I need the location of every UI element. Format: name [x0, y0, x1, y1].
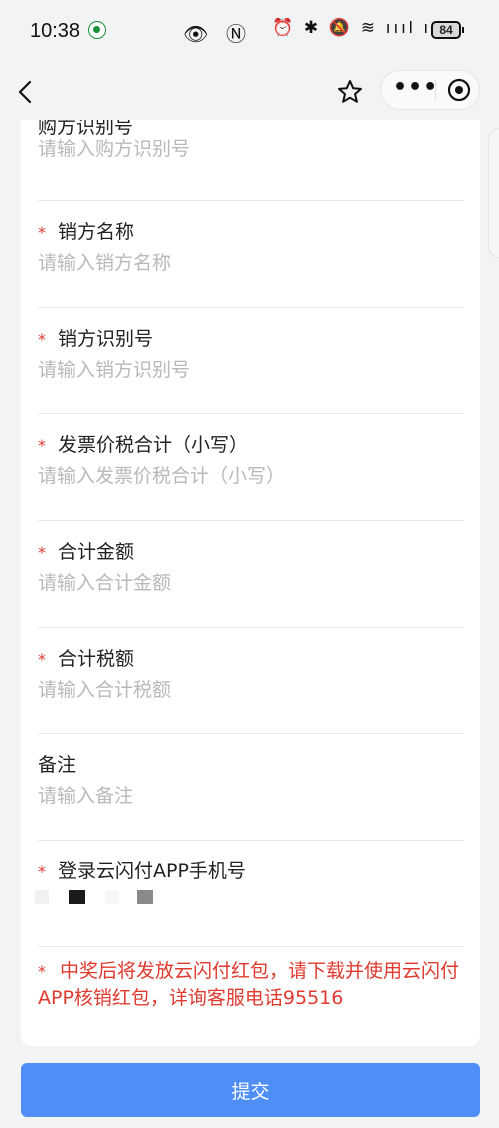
target-close-icon — [447, 78, 471, 102]
required-mark: * — [38, 543, 46, 562]
invoice-form: 购方识别号 * 销方名称 * 销方识别号 * 发票价税合计（小写） * 合计金额 * 合计… — [21, 120, 480, 1046]
divider — [38, 413, 464, 414]
divider — [38, 520, 464, 521]
field-label: * 销方名称 — [38, 217, 134, 244]
divider — [38, 200, 464, 201]
seller-name-label: 销方名称 — [58, 221, 135, 243]
required-mark: * — [38, 330, 46, 349]
required-mark: * — [38, 962, 46, 981]
divider — [38, 307, 464, 308]
required-mark: * — [38, 223, 46, 242]
phone-value-redacted[interactable] — [21, 890, 171, 910]
field-invoice-total: * 发票价税合计（小写） — [38, 430, 464, 492]
field-label: * 销方识别号 — [38, 324, 153, 351]
total-tax-input[interactable] — [38, 675, 458, 705]
divider — [38, 733, 464, 734]
buyer-tax-id-input[interactable] — [38, 134, 458, 164]
field-label: * 合计税额 — [38, 644, 134, 671]
star-icon — [338, 80, 362, 103]
remarks-input[interactable] — [38, 781, 458, 811]
field-remarks: 备注 — [38, 750, 464, 812]
phone-label: 登录云闪付APP手机号 — [58, 860, 246, 882]
status-time: 10:38 — [30, 20, 81, 42]
field-seller-tax-id: * 销方识别号 — [38, 324, 464, 386]
back-button[interactable] — [14, 74, 46, 110]
invoice-total-input[interactable] — [38, 461, 458, 491]
side-drawer-handle[interactable] — [488, 128, 499, 258]
close-mini-program-button[interactable] — [447, 78, 471, 102]
prize-notice: * 中奖后将发放云闪付红包，请下载并使用云闪付APP核销红包，详询客服电话9551… — [38, 958, 464, 1012]
total-amount-label: 合计金额 — [58, 541, 135, 563]
field-total-tax: * 合计税额 — [38, 644, 464, 706]
mini-program-capsule: ••• — [380, 70, 480, 110]
divider — [38, 627, 464, 628]
nav-bar: ••• — [0, 64, 499, 120]
redaction-block — [35, 890, 49, 904]
required-mark: * — [38, 436, 46, 455]
system-status-icons: ⏰ ✱ 🔕 ≋ ıııl ıııl — [272, 18, 454, 37]
redaction-block — [69, 890, 85, 904]
seller-tax-id-label: 销方识别号 — [58, 328, 154, 350]
divider — [38, 946, 464, 947]
required-mark: * — [38, 650, 46, 669]
total-tax-label: 合计税额 — [58, 648, 135, 670]
remarks-label: 备注 — [38, 754, 77, 776]
eye-nfc-icons: 👁 Ⓝ — [183, 24, 252, 46]
field-label: * 登录云闪付APP手机号 — [38, 856, 246, 883]
app-notification-icon — [88, 21, 106, 39]
redaction-block — [137, 890, 153, 904]
field-phone: * 登录云闪付APP手机号 — [38, 856, 464, 886]
seller-tax-id-input[interactable] — [38, 355, 458, 385]
required-mark: * — [38, 862, 46, 881]
capsule-divider — [435, 80, 436, 100]
notice-text: 中奖后将发放云闪付红包，请下载并使用云闪付APP核销红包，详询客服电话95516 — [38, 960, 460, 1009]
favorite-button[interactable] — [334, 76, 366, 108]
status-bar: 10:38 👁 Ⓝ ⏰ ✱ 🔕 ≋ ıııl ıııl 84 — [0, 0, 499, 64]
more-button[interactable]: ••• — [393, 71, 437, 109]
battery-icon: 84 — [431, 21, 464, 39]
seller-name-input[interactable] — [38, 248, 458, 278]
field-total-amount: * 合计金额 — [38, 537, 464, 599]
chevron-left-icon — [18, 80, 32, 104]
field-label: * 合计金额 — [38, 537, 134, 564]
field-seller-name: * 销方名称 — [38, 217, 464, 279]
divider — [38, 840, 464, 841]
submit-button[interactable]: 提交 — [21, 1063, 480, 1117]
invoice-total-label: 发票价税合计（小写） — [58, 434, 249, 456]
total-amount-input[interactable] — [38, 568, 458, 598]
redaction-block — [105, 890, 119, 904]
field-buyer-tax-id: 购方识别号 — [38, 120, 464, 172]
field-label: * 发票价税合计（小写） — [38, 430, 248, 457]
